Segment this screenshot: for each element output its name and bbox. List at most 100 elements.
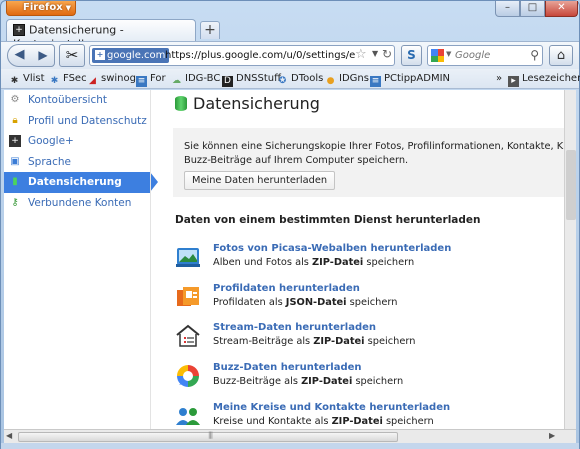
contacts-people-icon — [176, 408, 200, 425]
info-text-line-1: Sie können eine Sicherungskopie Ihrer Fo… — [184, 141, 576, 152]
site-identity-badge[interactable]: + google.com — [92, 48, 170, 63]
service-stream: Stream-Daten herunterladen Stream-Beiträ… — [175, 321, 575, 355]
service-circles: Meine Kreise und Kontakte herunterladen … — [175, 401, 575, 429]
url-bar[interactable]: +google.com ☆ ▼ ↻ — [89, 45, 395, 66]
bookmark-fsec[interactable]: ✱ FSec — [49, 72, 87, 86]
sidebar-item-google-plus[interactable]: + Google+ — [4, 131, 150, 152]
scroll-left-arrow-icon[interactable]: ◀ — [6, 431, 12, 440]
google-plus-icon: + — [9, 135, 21, 147]
lock-icon: 🔒︎ — [12, 114, 18, 126]
bookmark-idg-bc[interactable]: ☁ IDG-BC — [171, 72, 220, 86]
search-bar[interactable]: ▼ ⚲ — [427, 45, 543, 66]
firefox-menu-button[interactable]: Firefox ▼ — [6, 1, 76, 16]
bookmark-swinog[interactable]: ◢ swinog — [87, 72, 136, 86]
scissors-icon[interactable]: ✂ — [59, 44, 85, 67]
fsec-icon: ✱ — [50, 76, 59, 86]
bookmark-for[interactable]: ≡ For — [136, 72, 166, 87]
cloud-icon: ☁ — [172, 76, 181, 86]
sidebar-item-profil[interactable]: 🔒︎ Profil und Datenschutz — [4, 111, 150, 132]
photos-icon — [176, 248, 200, 267]
service-description: Alben und Fotos als ZIP-Datei speichern — [213, 257, 415, 268]
tab-strip: +Datensicherung - Kontoeinstellungen + — [1, 19, 579, 50]
speech-bubble-icon: ▣ — [10, 155, 20, 167]
new-tab-button[interactable]: + — [200, 21, 220, 39]
search-icon[interactable]: ⚲ — [530, 48, 539, 62]
forward-arrow-icon[interactable]: ▶ — [34, 46, 52, 65]
url-input[interactable] — [165, 46, 355, 65]
page-viewport: ⚙ Kontoübersicht 🔒︎ Profil und Datenschutz… — [4, 90, 576, 429]
bookmark-dtools[interactable]: ✪ DTools — [277, 72, 324, 86]
profile-card-icon — [177, 287, 199, 306]
service-link[interactable]: Fotos von Picasa-Webalben herunterladen — [213, 243, 451, 254]
service-description: Profildaten als JSON-Datei speichern — [213, 297, 398, 308]
bookmarks-icon: ▸ — [508, 76, 519, 87]
service-description: Stream-Beiträge als ZIP-Datei speichern — [213, 336, 416, 347]
service-link[interactable]: Meine Kreise und Kontakte herunterladen — [213, 402, 450, 413]
service-link[interactable]: Stream-Daten herunterladen — [213, 322, 376, 333]
database-icon — [175, 96, 187, 111]
settings-sidebar: ⚙ Kontoübersicht 🔒︎ Profil und Datenschutz… — [4, 90, 158, 429]
reload-icon[interactable]: ↻ — [382, 47, 392, 61]
sidebar-item-verbundene-konten[interactable]: ⚷ Verbundene Konten — [4, 193, 150, 214]
browser-window: Firefox▼ – □ ✕ +Datensicherung - Kontoei… — [0, 0, 580, 449]
page-icon: ≡ — [136, 76, 147, 87]
maximize-button[interactable]: □ — [520, 1, 545, 17]
engine-dropdown-icon[interactable]: ▼ — [446, 50, 451, 58]
info-text-line-2: Buzz-Beiträge auf Ihrem Computer speiche… — [184, 155, 409, 166]
service-link[interactable]: Buzz-Daten herunterladen — [213, 362, 362, 373]
section-title: Daten von einem bestimmten Dienst herunt… — [175, 214, 481, 226]
scrollbar-grip-icon: ||| — [208, 431, 213, 439]
bookmarks-toolbar: ✱ Vlist ✱ FSec ◢ swinog ≡ For ☁ IDG-BC D DNSSt… — [1, 69, 580, 89]
back-forward-group: ◀ ▶ — [7, 44, 55, 67]
service-link[interactable]: Profildaten herunterladen — [213, 283, 360, 294]
main-content: Datensicherung Sie können eine Sicherung… — [150, 90, 576, 429]
navigation-bar: ◀ ▶ ✂ +google.com ☆ ▼ ↻ S ▼ ⚲ ⌂ — [1, 41, 579, 69]
house-stream-icon — [176, 324, 200, 347]
bookmark-vlist[interactable]: ✱ Vlist — [9, 72, 45, 86]
bookmark-star-icon[interactable]: ☆ — [355, 47, 367, 62]
circle-icon: ● — [326, 76, 335, 86]
bookmarks-menu-lesezeichen[interactable]: ▸ Lesezeichen — [508, 72, 580, 87]
search-input[interactable] — [455, 47, 525, 64]
buzz-icon — [177, 365, 199, 387]
s-addon-icon[interactable]: S — [401, 45, 422, 66]
service-description: Buzz-Beiträge als ZIP-Datei speichern — [213, 376, 404, 387]
back-arrow-icon[interactable]: ◀ — [10, 46, 29, 65]
title-bar: Firefox ▼ – □ ✕ — [1, 1, 579, 19]
swinog-icon: ◢ — [89, 76, 96, 86]
bookmarks-overflow-button[interactable]: » — [496, 72, 502, 86]
google-engine-icon[interactable] — [431, 49, 444, 62]
service-picasa: Fotos von Picasa-Webalben herunterladen … — [175, 242, 575, 276]
page-title: Datensicherung — [175, 94, 320, 113]
site-favicon-icon: + — [95, 50, 105, 60]
tools-icon: ✪ — [278, 76, 287, 86]
bookmark-dnsstuff[interactable]: D DNSStuff — [222, 72, 281, 87]
chevron-down-icon: ▼ — [65, 4, 72, 12]
key-icon: ⚷ — [11, 196, 19, 208]
service-description: Kreise und Kontakte als ZIP-Datei speich… — [213, 416, 434, 427]
sidebar-item-kontouebersicht[interactable]: ⚙ Kontoübersicht — [4, 90, 150, 111]
bug-icon: ✱ — [10, 76, 19, 86]
service-profile: Profildaten herunterladen Profildaten al… — [175, 282, 575, 316]
scroll-right-arrow-icon[interactable]: ▶ — [549, 431, 555, 440]
status-bar — [1, 443, 579, 449]
sidebar-item-sprache[interactable]: ▣ Sprache — [4, 152, 150, 173]
close-window-button[interactable]: ✕ — [545, 1, 578, 17]
bookmark-idgns[interactable]: ● IDGns — [325, 72, 369, 86]
home-icon[interactable]: ⌂ — [549, 45, 573, 66]
tab-datensicherung[interactable]: +Datensicherung - Kontoeinstellungen — [6, 19, 196, 50]
url-history-dropdown-icon[interactable]: ▼ — [372, 49, 378, 58]
download-all-data-button[interactable]: Meine Daten herunterladen — [184, 171, 336, 190]
horizontal-scrollbar[interactable]: ◀ ||| ▶ — [4, 429, 576, 443]
vertical-scrollbar[interactable] — [564, 90, 576, 429]
gear-icon: ⚙ — [10, 94, 20, 105]
minimize-button[interactable]: – — [495, 1, 520, 17]
google-plus-favicon-icon: + — [13, 24, 25, 36]
info-box: Sie können eine Sicherungskopie Ihrer Fo… — [173, 128, 576, 197]
page-icon: ≡ — [370, 76, 381, 87]
service-buzz: Buzz-Daten herunterladen Buzz-Beiträge a… — [175, 361, 575, 395]
scrollbar-thumb[interactable] — [566, 150, 576, 220]
bookmark-pctippadmin[interactable]: ≡ PCtippADMIN — [370, 72, 450, 87]
sidebar-item-datensicherung[interactable]: ▮ Datensicherung — [4, 172, 158, 193]
database-icon: ▮ — [12, 176, 18, 187]
